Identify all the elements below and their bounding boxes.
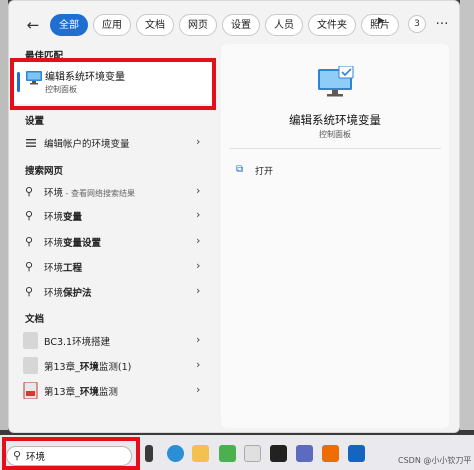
web-result-prefix: 环境 <box>44 212 64 223</box>
watermark-text: CSDN @小小钦刀平 <box>398 456 472 465</box>
web-search-heading: 搜索网页 <box>25 166 64 177</box>
chevron-right-icon: › <box>196 383 201 396</box>
result-detail-pane: 编辑系统环境变量 控制面板 ⧉ 打开 <box>221 44 449 428</box>
open-action-label: 打开 <box>255 167 274 177</box>
web-result-suggestion: 工程 <box>63 263 83 274</box>
filter-settings[interactable]: 设置 <box>222 14 260 36</box>
web-result-item[interactable]: ⚲ 环境保护法 › <box>16 281 214 303</box>
more-filters-play-icon[interactable]: ▶ <box>378 16 390 32</box>
app-icon[interactable] <box>296 445 313 462</box>
chevron-right-icon: › <box>196 284 201 297</box>
background-window <box>460 0 474 430</box>
chevron-right-icon: › <box>196 184 201 197</box>
highlight-box-best-match <box>10 58 216 110</box>
edge-browser-icon[interactable] <box>167 445 184 462</box>
web-result-item[interactable]: ⚲ 环境 - 查看网络搜索结果 › <box>16 181 214 203</box>
settings-list-icon <box>26 139 36 147</box>
document-thumbnail-icon <box>23 332 38 349</box>
filter-web[interactable]: 网页 <box>179 14 217 36</box>
rewards-badge[interactable]: 3 <box>408 15 426 33</box>
file-explorer-icon[interactable] <box>192 445 209 462</box>
background-window <box>0 0 8 430</box>
task-view-icon[interactable] <box>145 445 153 462</box>
back-arrow-icon[interactable]: ← <box>20 12 46 38</box>
terminal-icon[interactable] <box>270 445 287 462</box>
app-icon[interactable] <box>348 445 365 462</box>
web-result-prefix: 环境 <box>44 263 64 274</box>
app-icon[interactable] <box>322 445 339 462</box>
web-result-suggestion: 变量设置 <box>63 238 102 249</box>
document-result-suffix: 监测 <box>98 387 118 398</box>
magnifier-icon: ⚲ <box>25 185 34 198</box>
pdf-document-icon <box>23 382 38 399</box>
app-icon[interactable] <box>244 445 261 462</box>
document-result-prefix: 第13章_ <box>44 362 80 373</box>
web-result-suggestion: 保护法 <box>63 288 92 299</box>
magnifier-icon: ⚲ <box>25 260 34 273</box>
magnifier-icon: ⚲ <box>25 209 34 222</box>
magnifier-icon: ⚲ <box>25 235 34 248</box>
chevron-right-icon: › <box>196 333 201 346</box>
filter-apps[interactable]: 应用 <box>93 14 131 36</box>
document-result-item[interactable]: 第13章_环境监测(1) › <box>16 355 214 377</box>
highlight-box-search <box>2 437 140 470</box>
web-result-prefix: 环境 <box>44 288 64 299</box>
detail-title: 编辑系统环境变量 <box>289 113 381 127</box>
chevron-right-icon: › <box>196 208 201 221</box>
search-filter-bar: ← 全部 应用 文档 网页 设置 人员 文件夹 照片 <box>20 12 404 38</box>
divider <box>229 148 441 149</box>
web-result-item[interactable]: ⚲ 环境变量设置 › <box>16 231 214 253</box>
settings-result-label: 编辑帐户的环境变量 <box>44 139 130 150</box>
documents-heading: 文档 <box>25 314 45 325</box>
web-result-suggestion: 变量 <box>63 212 83 223</box>
more-options-icon[interactable]: … <box>432 13 452 33</box>
magnifier-icon: ⚲ <box>25 285 34 298</box>
app-icon[interactable] <box>219 445 236 462</box>
document-result-suffix: 监测(1) <box>98 362 132 373</box>
document-result-match: 环境 <box>79 387 99 398</box>
chevron-right-icon: › <box>196 135 201 148</box>
web-result-item[interactable]: ⚲ 环境工程 › <box>16 256 214 278</box>
web-result-item[interactable]: ⚲ 环境变量 › <box>16 205 214 227</box>
document-result-item[interactable]: 第13章_环境监测 › <box>16 380 214 402</box>
document-result-prefix: 第13章_ <box>44 387 80 398</box>
chevron-right-icon: › <box>196 259 201 272</box>
open-external-icon: ⧉ <box>236 164 244 175</box>
web-result-prefix: 环境 <box>44 238 64 249</box>
filter-folders[interactable]: 文件夹 <box>308 14 356 36</box>
chevron-right-icon: › <box>196 358 201 371</box>
settings-result-item[interactable]: 编辑帐户的环境变量 › <box>16 132 214 154</box>
web-result-hint: - 查看网络搜索结果 <box>63 189 135 198</box>
document-result-match: 环境 <box>79 362 99 373</box>
filter-people[interactable]: 人员 <box>265 14 303 36</box>
document-result-item[interactable]: BC3.1环境搭建 › <box>16 330 214 352</box>
document-result-label: BC3.1环境搭建 <box>44 337 111 348</box>
detail-subtitle: 控制面板 <box>319 130 351 139</box>
settings-heading: 设置 <box>25 116 45 127</box>
document-thumbnail-icon <box>23 357 38 374</box>
system-properties-icon <box>318 66 354 97</box>
web-result-query: 环境 <box>44 188 64 199</box>
filter-documents[interactable]: 文档 <box>136 14 174 36</box>
filter-all[interactable]: 全部 <box>50 14 88 36</box>
chevron-right-icon: › <box>196 234 201 247</box>
